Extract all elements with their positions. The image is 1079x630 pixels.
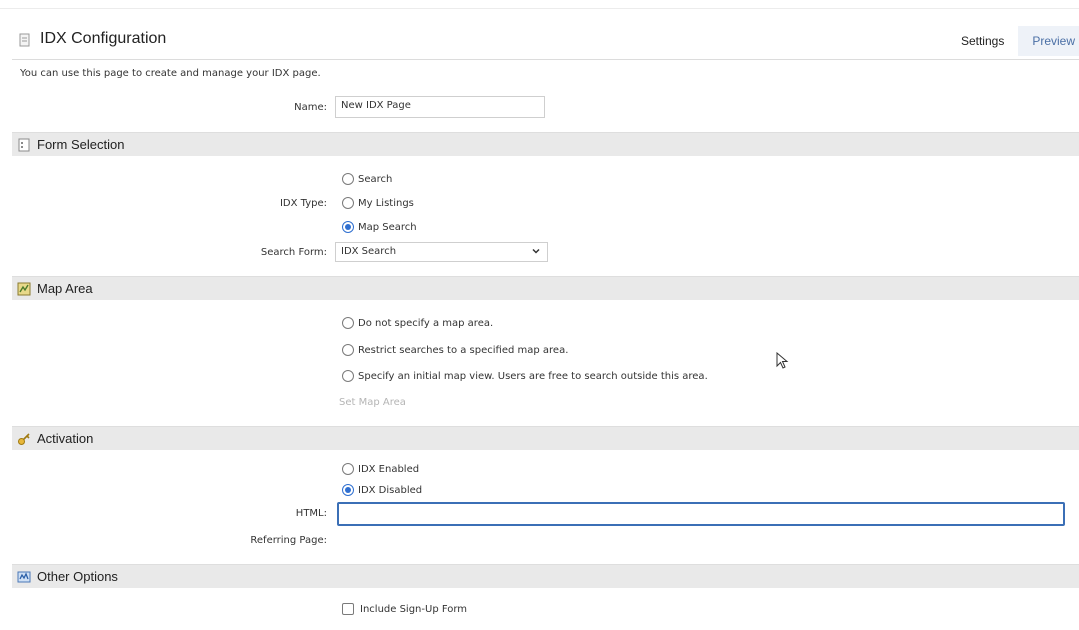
option-label: My Listings bbox=[358, 197, 414, 209]
section-map-area: Map Area bbox=[12, 276, 1079, 300]
include-signup-option[interactable]: Include Sign-Up Form bbox=[342, 603, 467, 615]
radio-button[interactable] bbox=[342, 317, 354, 329]
map-area-none-option[interactable]: Do not specify a map area. bbox=[342, 317, 493, 329]
chevron-down-icon bbox=[532, 248, 540, 254]
set-map-area-link[interactable]: Set Map Area bbox=[339, 397, 406, 408]
idx-type-my-listings-option[interactable]: My Listings bbox=[342, 197, 414, 209]
top-divider bbox=[0, 8, 1079, 9]
option-label: Do not specify a map area. bbox=[358, 317, 494, 329]
map-area-restrict-option[interactable]: Restrict searches to a specified map are… bbox=[342, 344, 568, 356]
page-title: IDX Configuration bbox=[40, 30, 167, 47]
map-icon bbox=[17, 282, 31, 296]
html-label: HTML: bbox=[295, 508, 327, 519]
idx-disabled-option[interactable]: IDX Disabled bbox=[342, 484, 422, 496]
page-header: IDX Configuration Settings Preview bbox=[0, 26, 1079, 56]
idx-type-label: IDX Type: bbox=[279, 198, 327, 209]
radio-button[interactable] bbox=[342, 173, 354, 185]
section-title: Other Options bbox=[37, 569, 118, 584]
section-title: Activation bbox=[37, 431, 94, 446]
option-label: Search bbox=[358, 173, 393, 185]
idx-type-map-search-option[interactable]: Map Search bbox=[342, 221, 417, 233]
radio-button[interactable] bbox=[342, 370, 354, 382]
option-label: Include Sign-Up Form bbox=[360, 603, 468, 615]
search-form-select[interactable]: IDX Search bbox=[335, 242, 548, 262]
key-icon bbox=[18, 433, 30, 445]
intro-text: You can use this page to create and mana… bbox=[20, 68, 321, 79]
form-icon bbox=[18, 138, 30, 152]
idx-enabled-option[interactable]: IDX Enabled bbox=[342, 463, 419, 475]
name-input[interactable]: New IDX Page bbox=[335, 96, 545, 118]
radio-button-selected[interactable] bbox=[342, 221, 354, 233]
referring-page-label: Referring Page: bbox=[250, 535, 327, 546]
select-value: IDX Search bbox=[341, 246, 397, 257]
html-input[interactable] bbox=[337, 502, 1065, 526]
name-label: Name: bbox=[294, 102, 327, 113]
view-tabs: Settings Preview bbox=[946, 26, 1079, 56]
option-label: Map Search bbox=[358, 221, 417, 233]
option-label: Restrict searches to a specified map are… bbox=[358, 344, 569, 356]
option-label: IDX Enabled bbox=[358, 463, 420, 475]
tab-settings[interactable]: Settings bbox=[946, 26, 1019, 56]
option-label: Specify an initial map view. Users are f… bbox=[358, 370, 708, 382]
radio-button[interactable] bbox=[342, 344, 354, 356]
page-icon bbox=[19, 33, 30, 47]
section-title: Map Area bbox=[37, 281, 93, 296]
option-label: IDX Disabled bbox=[358, 484, 423, 496]
checkbox[interactable] bbox=[342, 603, 354, 615]
radio-button[interactable] bbox=[342, 197, 354, 209]
section-form-selection: Form Selection bbox=[12, 132, 1079, 156]
map-area-initial-view-option[interactable]: Specify an initial map view. Users are f… bbox=[342, 370, 708, 382]
radio-button-selected[interactable] bbox=[342, 484, 354, 496]
section-title: Form Selection bbox=[37, 137, 125, 152]
section-other-options: Other Options bbox=[12, 564, 1079, 588]
options-icon bbox=[17, 571, 31, 583]
tab-preview[interactable]: Preview bbox=[1018, 26, 1079, 56]
header-divider bbox=[12, 59, 1079, 60]
search-form-label: Search Form: bbox=[260, 247, 327, 258]
section-activation: Activation bbox=[12, 426, 1079, 450]
mouse-cursor-icon bbox=[776, 352, 789, 369]
idx-type-search-option[interactable]: Search bbox=[342, 173, 392, 185]
radio-button[interactable] bbox=[342, 463, 354, 475]
